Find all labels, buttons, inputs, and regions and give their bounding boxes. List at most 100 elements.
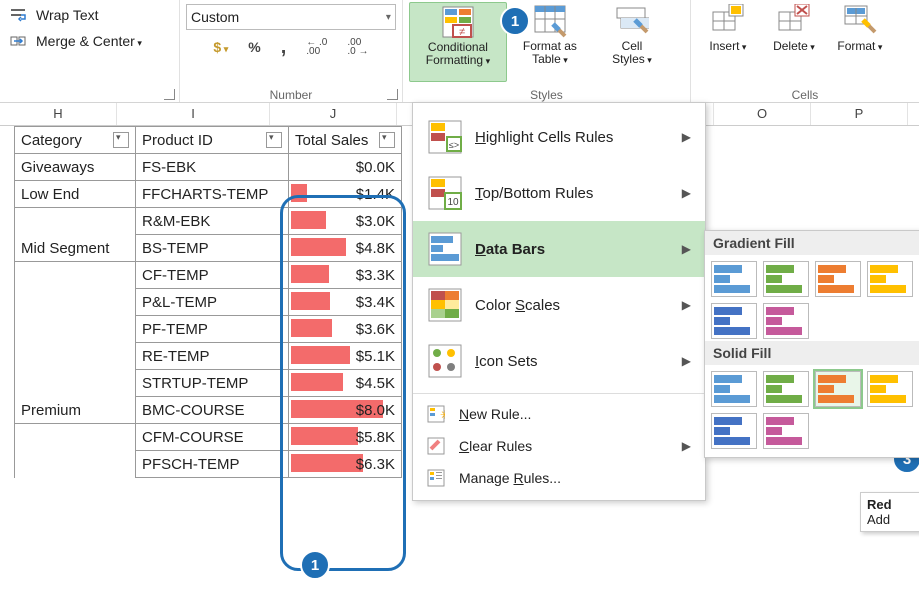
column-header[interactable]: O [714, 103, 811, 125]
table-header[interactable]: Product ID [136, 127, 289, 154]
menu-clear-rules[interactable]: Clear Rules ▶ [413, 430, 705, 462]
table-row: PremiumBMC-COURSE$8.0K [15, 397, 402, 424]
cell-category[interactable]: Low End [15, 181, 136, 208]
cell-total-sales[interactable]: $5.1K [289, 343, 402, 370]
column-header[interactable]: I [117, 103, 270, 125]
menu-icon-sets[interactable]: Icon Sets ▶ [413, 333, 705, 389]
data-bar-swatch[interactable] [711, 413, 757, 449]
cell-styles-button[interactable]: Cell Styles [593, 2, 671, 80]
comma-button[interactable]: , [277, 34, 291, 61]
cell-product-id[interactable]: R&M-EBK [136, 208, 289, 235]
menu-color-scales[interactable]: Color Scales ▶ [413, 277, 705, 333]
conditional-formatting-button[interactable]: ≠ Conditional Formatting [409, 2, 507, 82]
cell-category[interactable] [15, 208, 136, 235]
cell-total-sales[interactable]: $3.4K [289, 289, 402, 316]
data-bar-swatch[interactable] [867, 371, 913, 407]
menu-manage-rules[interactable]: Manage Rules... [413, 462, 705, 494]
submenu-arrow-icon: ▶ [682, 130, 691, 144]
cell-product-id[interactable]: BMC-COURSE [136, 397, 289, 424]
cell-category[interactable]: Premium [15, 397, 136, 424]
cell-category[interactable] [15, 370, 136, 397]
format-as-table-button[interactable]: Format as Table [511, 2, 589, 80]
format-as-table-icon [533, 4, 567, 38]
data-bar [291, 454, 363, 472]
delete-label: Delete [773, 40, 815, 54]
cell-product-id[interactable]: PFSCH-TEMP [136, 451, 289, 478]
table-header[interactable]: Total Sales [289, 127, 402, 154]
cell-total-sales[interactable]: $6.3K [289, 451, 402, 478]
menu-new-rule[interactable]: ✳ New Rule... [413, 398, 705, 430]
cell-total-sales[interactable]: $4.8K [289, 235, 402, 262]
cell-total-sales[interactable]: $8.0K [289, 397, 402, 424]
filter-icon[interactable] [379, 132, 395, 148]
format-button[interactable]: Format [829, 2, 891, 80]
data-bar-swatch[interactable] [763, 371, 809, 407]
data-bar [291, 265, 329, 283]
data-bar-swatch[interactable] [711, 261, 757, 297]
menu-data-bars[interactable]: Data Bars ▶ [413, 221, 705, 277]
cell-product-id[interactable]: FS-EBK [136, 154, 289, 181]
cell-category[interactable]: Mid Segment [15, 235, 136, 262]
data-bar-swatch[interactable] [763, 413, 809, 449]
cell-total-sales[interactable]: $4.5K [289, 370, 402, 397]
conditional-formatting-menu: ≤> Highlight Cells Rules ▶ 10 Top/Bottom… [412, 102, 706, 501]
table-header[interactable]: Category [15, 127, 136, 154]
column-header[interactable]: J [270, 103, 397, 125]
filter-icon[interactable] [113, 132, 129, 148]
decrease-decimal-button[interactable]: .00 .0 → [343, 36, 372, 58]
cell-category[interactable] [15, 316, 136, 343]
cell-product-id[interactable]: BS-TEMP [136, 235, 289, 262]
data-bar-swatch[interactable] [763, 303, 809, 339]
annotation-badge: 1 [300, 550, 330, 580]
conditional-formatting-label: Conditional Formatting [426, 41, 490, 68]
insert-button[interactable]: Insert [697, 2, 759, 80]
wrap-text-button[interactable]: Wrap Text [36, 7, 99, 23]
clear-rules-icon [427, 437, 447, 455]
filter-icon[interactable] [266, 132, 282, 148]
cell-product-id[interactable]: CF-TEMP [136, 262, 289, 289]
svg-text:≤>: ≤> [449, 140, 459, 150]
data-bar-swatch[interactable] [763, 261, 809, 297]
cell-category[interactable] [15, 289, 136, 316]
percent-button[interactable]: % [244, 37, 264, 57]
cell-product-id[interactable]: FFCHARTS-TEMP [136, 181, 289, 208]
cell-product-id[interactable]: PF-TEMP [136, 316, 289, 343]
menu-item-label: Top/Bottom Rules [475, 185, 670, 202]
data-bar-swatch[interactable] [815, 261, 861, 297]
cell-category[interactable] [15, 451, 136, 478]
cell-product-id[interactable]: RE-TEMP [136, 343, 289, 370]
merge-center-button[interactable]: Merge & Center [36, 33, 142, 49]
data-bar-swatch[interactable] [711, 303, 757, 339]
menu-highlight-cells-rules[interactable]: ≤> Highlight Cells Rules ▶ [413, 109, 705, 165]
currency-button[interactable]: $ [209, 37, 232, 57]
svg-text:10: 10 [447, 197, 459, 208]
increase-decimal-button[interactable]: ← .0 .00 [302, 36, 331, 58]
cell-category[interactable] [15, 424, 136, 451]
cell-total-sales[interactable]: $0.0K [289, 154, 402, 181]
cell-total-sales[interactable]: $3.3K [289, 262, 402, 289]
cell-total-sales[interactable]: $3.0K [289, 208, 402, 235]
cell-category[interactable] [15, 262, 136, 289]
delete-button[interactable]: Delete [763, 2, 825, 80]
number-format-combo[interactable]: Custom ▾ [186, 4, 396, 30]
cell-total-sales[interactable]: $3.6K [289, 316, 402, 343]
cell-category[interactable] [15, 343, 136, 370]
data-bar-swatch[interactable] [867, 261, 913, 297]
cell-styles-icon [615, 4, 649, 38]
column-header[interactable]: H [0, 103, 117, 125]
cell-total-sales[interactable]: $1.4K [289, 181, 402, 208]
data-bar [291, 211, 326, 229]
column-header[interactable]: P [811, 103, 908, 125]
cell-product-id[interactable]: P&L-TEMP [136, 289, 289, 316]
data-bar-swatch[interactable] [711, 371, 757, 407]
table-row: R&M-EBK$3.0K [15, 208, 402, 235]
cell-category[interactable]: Giveaways [15, 154, 136, 181]
cell-product-id[interactable]: CFM-COURSE [136, 424, 289, 451]
cell-product-id[interactable]: STRTUP-TEMP [136, 370, 289, 397]
icon-sets-icon [427, 343, 463, 379]
alignment-launcher-icon[interactable] [164, 89, 175, 100]
data-bar-swatch[interactable] [815, 371, 861, 407]
menu-top-bottom-rules[interactable]: 10 Top/Bottom Rules ▶ [413, 165, 705, 221]
number-launcher-icon[interactable] [387, 89, 398, 100]
cell-total-sales[interactable]: $5.8K [289, 424, 402, 451]
